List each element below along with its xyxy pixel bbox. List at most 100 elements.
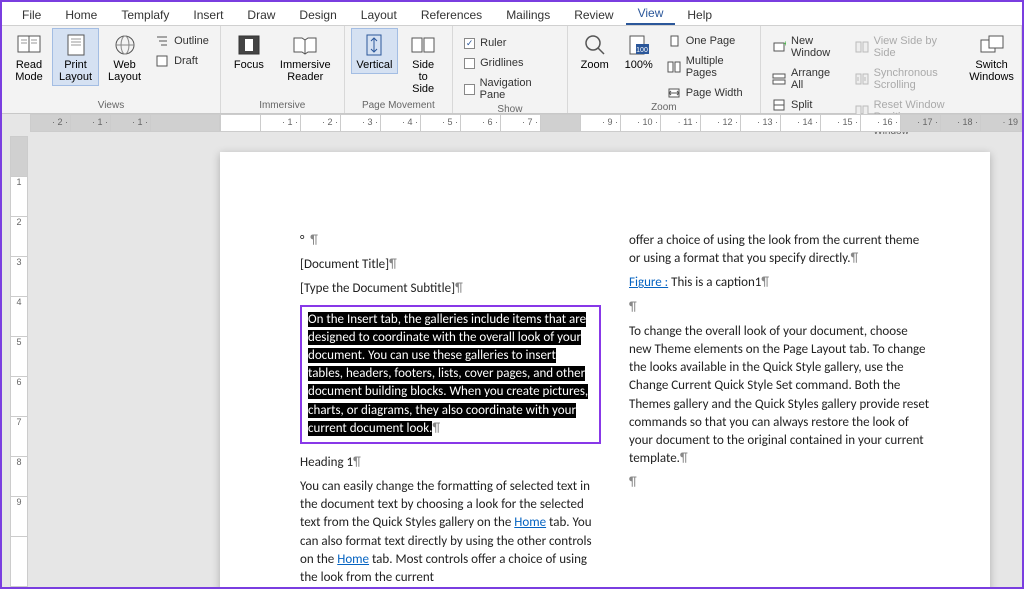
gridlines-label: Gridlines	[480, 57, 523, 69]
sync-label: Synchronous Scrolling	[874, 67, 950, 91]
ribbon: Read Mode Print Layout Web Layout Outlin…	[2, 26, 1022, 114]
split-icon	[772, 99, 786, 111]
switch-windows-button[interactable]: Switch Windows	[968, 28, 1015, 86]
immersive-reader-label: Immersive Reader	[280, 59, 331, 83]
hundred-icon: 100	[625, 33, 653, 57]
views-group-label: Views	[8, 100, 214, 113]
side-to-side-label: Side to Side	[407, 59, 439, 95]
arrange-icon	[772, 73, 786, 85]
focus-button[interactable]: Focus	[227, 28, 271, 74]
nav-pane-label: Navigation Pane	[480, 77, 556, 101]
tab-home[interactable]: Home	[53, 4, 109, 25]
document-page[interactable]: ° [Document Title] [Type the Document Su…	[220, 152, 990, 587]
web-layout-label: Web Layout	[108, 59, 141, 83]
side-by-side-label: View Side by Side	[874, 35, 950, 59]
tab-references[interactable]: References	[409, 4, 494, 25]
ruler-checkbox[interactable]: Ruler	[459, 34, 561, 52]
svg-text:100: 100	[636, 47, 648, 54]
side-by-side-icon	[855, 41, 869, 53]
selection-highlight: On the Insert tab, the galleries include…	[300, 305, 601, 444]
side-to-side-icon	[409, 33, 437, 57]
new-window-icon: +	[772, 41, 786, 53]
page-width-icon	[667, 87, 681, 99]
read-mode-icon	[15, 33, 43, 57]
figure-caption: This is a caption1	[671, 275, 761, 290]
sync-icon	[855, 73, 869, 85]
workspace: 123 456 789 ° [Document Title] [Type the…	[2, 132, 1022, 587]
figure-link[interactable]: Figure :	[629, 275, 668, 290]
focus-icon	[235, 33, 263, 57]
vertical-ruler[interactable]: 123 456 789	[10, 136, 28, 587]
col2b: To change the overall look of your docum…	[629, 324, 929, 466]
tab-design[interactable]: Design	[287, 4, 348, 25]
vertical-button[interactable]: Vertical	[351, 28, 399, 74]
zoom-button[interactable]: Zoom	[574, 28, 616, 74]
group-zoom: Zoom 100 100% One Page Multiple Pages Pa…	[568, 26, 761, 113]
outline-icon	[155, 35, 169, 47]
group-show: Ruler Gridlines Navigation Pane Show	[453, 26, 568, 113]
arrange-all-button[interactable]: Arrange All	[767, 64, 836, 94]
page-movement-group-label: Page Movement	[351, 100, 447, 113]
tab-help[interactable]: Help	[675, 4, 724, 25]
degree-mark: °	[300, 233, 304, 248]
home-link-2[interactable]: Home	[337, 552, 369, 567]
column-left[interactable]: ° [Document Title] [Type the Document Su…	[300, 232, 601, 587]
tab-layout[interactable]: Layout	[349, 4, 409, 25]
switch-windows-icon	[978, 33, 1006, 57]
home-link-1[interactable]: Home	[514, 515, 546, 530]
immersive-reader-icon	[291, 33, 319, 57]
split-button[interactable]: Split	[767, 96, 836, 114]
tab-file[interactable]: File	[10, 4, 53, 25]
read-mode-label: Read Mode	[15, 59, 43, 83]
tab-insert[interactable]: Insert	[181, 4, 235, 25]
read-mode-button[interactable]: Read Mode	[8, 28, 50, 86]
body2a: You can easily change the formatting of …	[300, 479, 590, 530]
print-layout-label: Print Layout	[59, 59, 92, 83]
split-label: Split	[791, 99, 812, 111]
page-width-button[interactable]: Page Width	[662, 84, 754, 102]
new-window-label: New Window	[791, 35, 831, 59]
one-page-label: One Page	[686, 35, 736, 47]
selected-body-text[interactable]: On the Insert tab, the galleries include…	[308, 312, 588, 436]
outline-button[interactable]: Outline	[150, 32, 214, 50]
checkbox-icon	[464, 84, 474, 95]
gridlines-checkbox[interactable]: Gridlines	[459, 54, 561, 72]
tab-templafy[interactable]: Templafy	[109, 4, 181, 25]
tab-draw[interactable]: Draw	[235, 4, 287, 25]
doc-title: [Document Title]	[300, 257, 389, 272]
view-side-by-side-button[interactable]: View Side by Side	[850, 32, 955, 62]
new-window-button[interactable]: + New Window	[767, 32, 836, 62]
draft-button[interactable]: Draft	[150, 52, 214, 70]
vertical-label: Vertical	[356, 59, 392, 71]
heading-1: Heading 1	[300, 455, 353, 470]
ribbon-tabs: File Home Templafy Insert Draw Design La…	[2, 2, 1022, 26]
web-layout-button[interactable]: Web Layout	[101, 28, 148, 86]
col2a: offer a choice of using the look from th…	[629, 233, 919, 266]
vertical-icon	[360, 33, 388, 57]
zoom-label: Zoom	[581, 59, 609, 71]
checkbox-icon	[464, 58, 475, 69]
tab-review[interactable]: Review	[562, 4, 625, 25]
hundred-percent-button[interactable]: 100 100%	[618, 28, 660, 74]
one-page-button[interactable]: One Page	[662, 32, 754, 50]
side-to-side-button[interactable]: Side to Side	[400, 28, 446, 98]
page-area[interactable]: ° [Document Title] [Type the Document Su…	[30, 132, 1022, 587]
svg-text:+: +	[783, 41, 786, 48]
horizontal-ruler[interactable]: · 2 · · 1 · · 1 · · 1 · · 2 · · 3 · · 4 …	[2, 114, 1022, 132]
multiple-pages-button[interactable]: Multiple Pages	[662, 52, 754, 82]
group-page-movement: Vertical Side to Side Page Movement	[345, 26, 454, 113]
checkbox-icon	[464, 38, 475, 49]
column-right[interactable]: offer a choice of using the look from th…	[629, 232, 930, 587]
sync-scroll-button[interactable]: Synchronous Scrolling	[850, 64, 955, 94]
tab-view[interactable]: View	[626, 2, 676, 25]
draft-icon	[155, 55, 169, 67]
print-layout-button[interactable]: Print Layout	[52, 28, 99, 86]
nav-pane-checkbox[interactable]: Navigation Pane	[459, 74, 561, 104]
immersive-reader-button[interactable]: Immersive Reader	[273, 28, 338, 86]
web-layout-icon	[111, 33, 139, 57]
print-layout-icon	[62, 33, 90, 57]
switch-windows-label: Switch Windows	[969, 59, 1014, 83]
hundred-label: 100%	[625, 59, 653, 71]
tab-mailings[interactable]: Mailings	[494, 4, 562, 25]
zoom-icon	[581, 33, 609, 57]
